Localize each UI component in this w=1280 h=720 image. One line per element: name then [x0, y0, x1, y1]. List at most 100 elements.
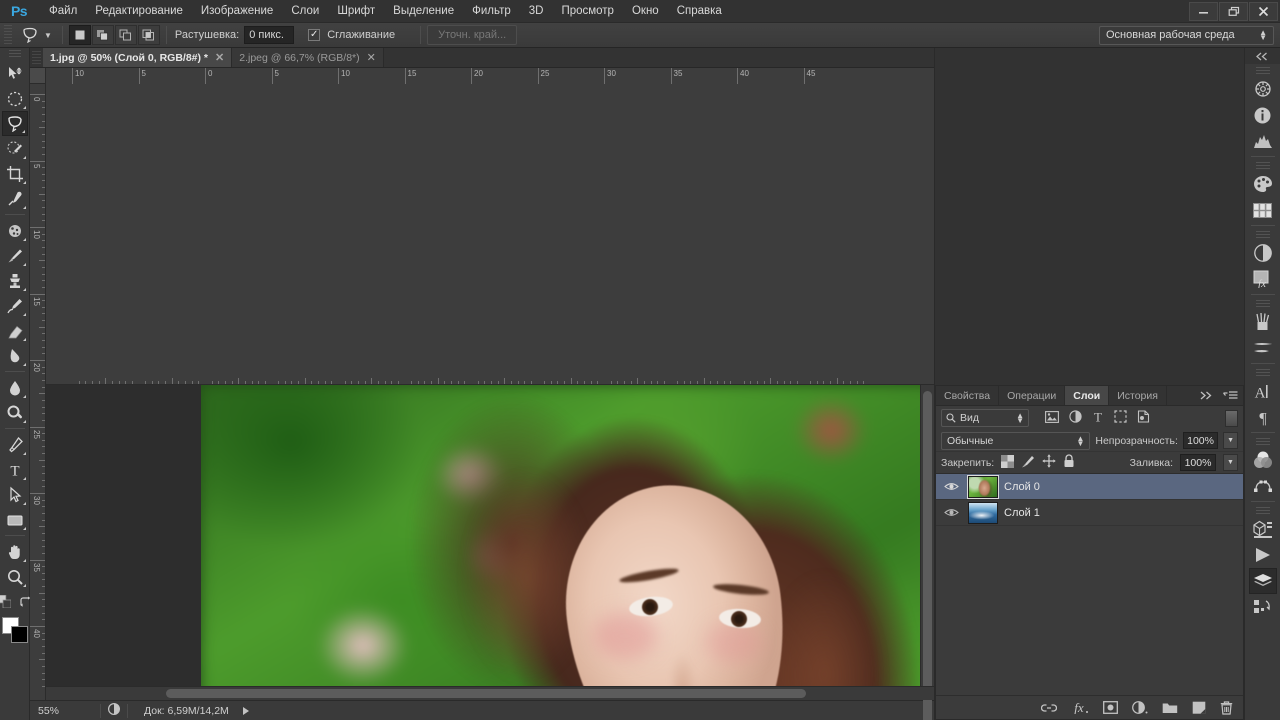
- gradient-tool[interactable]: [2, 343, 28, 368]
- workspace-selector[interactable]: Основная рабочая среда ▲ ▼: [1099, 25, 1274, 45]
- brush-tool[interactable]: [2, 243, 28, 268]
- fill-slider-button[interactable]: ▼: [1223, 454, 1238, 471]
- horizontal-ruler[interactable]: 10 5 0 5 10 15 20 25 30 35 40 45: [46, 68, 934, 385]
- zoom-level-field[interactable]: 55%: [38, 705, 94, 717]
- add-to-selection-button[interactable]: [91, 25, 114, 45]
- zoom-tool[interactable]: [2, 564, 28, 589]
- menu-item-edit[interactable]: Редактирование: [86, 2, 192, 20]
- lock-position-icon[interactable]: [1042, 454, 1056, 471]
- menu-item-help[interactable]: Справка: [668, 2, 731, 20]
- new-layer-button[interactable]: [1192, 701, 1206, 714]
- restore-button[interactable]: [1219, 1, 1248, 21]
- tab-history[interactable]: История: [1109, 386, 1167, 405]
- antialias-checkbox[interactable]: ✓: [308, 29, 321, 41]
- brush-presets-panel-icon[interactable]: [1249, 335, 1277, 361]
- menu-item-filter[interactable]: Фильтр: [463, 2, 520, 20]
- new-selection-button[interactable]: [68, 25, 91, 45]
- opacity-value[interactable]: 100%: [1182, 432, 1219, 449]
- canvas-viewport[interactable]: [46, 385, 920, 686]
- document-tab-2[interactable]: 2.jpeg @ 66,7% (RGB/8*) ✕: [232, 48, 384, 67]
- preview-icon[interactable]: [107, 702, 121, 719]
- paragraph-panel-icon[interactable]: ¶: [1249, 404, 1277, 430]
- background-color-swatch[interactable]: [10, 626, 28, 643]
- panel-menu-icon[interactable]: [1218, 386, 1243, 405]
- swatches-panel-icon[interactable]: [1249, 197, 1277, 223]
- link-layers-button[interactable]: [1041, 703, 1057, 713]
- info-panel-icon[interactable]: [1249, 102, 1277, 128]
- lock-transparent-pixels-icon[interactable]: [1001, 454, 1015, 471]
- lasso-tool[interactable]: [1, 111, 28, 136]
- canvas-horizontal-scrollbar[interactable]: [46, 686, 934, 700]
- options-bar-grip[interactable]: [4, 25, 12, 45]
- actions-panel-icon[interactable]: [1249, 594, 1277, 620]
- hand-tool[interactable]: [2, 539, 28, 564]
- menu-item-window[interactable]: Окно: [623, 2, 668, 20]
- menu-item-select[interactable]: Выделение: [384, 2, 463, 20]
- lasso-tool-icon[interactable]: [16, 24, 44, 46]
- layer-0-name[interactable]: Слой 0: [1004, 481, 1040, 493]
- intersect-selection-button[interactable]: [137, 25, 160, 45]
- layers-panel-icon[interactable]: [1248, 568, 1277, 594]
- tab-layers[interactable]: Слои: [1065, 386, 1110, 405]
- crop-tool[interactable]: [2, 161, 28, 186]
- rectangle-shape-tool[interactable]: [2, 507, 28, 532]
- tab-actions[interactable]: Операции: [999, 386, 1066, 405]
- layer-1-thumbnail[interactable]: [968, 501, 998, 524]
- layer-styles-fx-button[interactable]: fx: [1071, 701, 1089, 714]
- layer-1-visibility-toggle[interactable]: [940, 507, 962, 518]
- dock-group-grip-6[interactable]: [1255, 438, 1270, 446]
- history-brush-tool[interactable]: [2, 293, 28, 318]
- delete-layer-button[interactable]: [1220, 700, 1233, 715]
- tab-strip-grip[interactable]: [32, 51, 41, 64]
- table-row[interactable]: Слой 0: [936, 474, 1243, 500]
- feather-input[interactable]: [244, 26, 295, 44]
- layer-0-visibility-toggle[interactable]: [940, 481, 962, 492]
- subtract-from-selection-button[interactable]: [114, 25, 137, 45]
- filter-type-icon[interactable]: T: [1092, 410, 1104, 426]
- type-tool[interactable]: T: [2, 457, 28, 482]
- dodge-tool[interactable]: [2, 400, 28, 425]
- dock-group-grip-2[interactable]: [1255, 162, 1270, 170]
- character-panel-icon[interactable]: A: [1249, 378, 1277, 404]
- brush-panel-icon[interactable]: [1249, 309, 1277, 335]
- eyedropper-tool[interactable]: [2, 186, 28, 211]
- dock-group-grip-1[interactable]: [1255, 67, 1270, 75]
- menu-item-image[interactable]: Изображение: [192, 2, 282, 20]
- document-tab-1[interactable]: 1.jpg @ 50% (Слой 0, RGB/8#) * ✕: [43, 48, 233, 67]
- new-adjustment-layer-button[interactable]: [1132, 701, 1148, 714]
- tool-preset-dropdown-icon[interactable]: ▼: [44, 31, 52, 40]
- filter-shape-icon[interactable]: [1114, 410, 1127, 426]
- minimize-button[interactable]: [1189, 1, 1218, 21]
- 3d-panel-icon[interactable]: [1249, 516, 1277, 542]
- path-selection-tool[interactable]: [2, 482, 28, 507]
- panel-collapse-icon[interactable]: [1195, 386, 1218, 405]
- menu-item-file[interactable]: Файл: [40, 2, 86, 20]
- layer-list[interactable]: Слой 0 Слой 1: [936, 474, 1243, 695]
- menu-item-3d[interactable]: 3D: [520, 2, 553, 20]
- canvas-vertical-scrollbar[interactable]: [920, 385, 934, 720]
- marquee-tool[interactable]: [2, 86, 28, 111]
- add-layer-mask-button[interactable]: [1103, 701, 1118, 714]
- layer-1-name[interactable]: Слой 1: [1004, 507, 1040, 519]
- blend-mode-select[interactable]: Обычные ▲ ▼: [941, 431, 1091, 450]
- dock-group-grip-5[interactable]: [1255, 369, 1270, 377]
- menu-item-view[interactable]: Просмотр: [552, 2, 623, 20]
- document-tab-1-close-icon[interactable]: ✕: [215, 51, 224, 64]
- refine-edge-button[interactable]: Уточн. край...: [427, 25, 518, 45]
- vertical-scroll-thumb[interactable]: [923, 391, 932, 720]
- pen-tool[interactable]: [2, 432, 28, 457]
- new-group-button[interactable]: [1162, 702, 1178, 714]
- histogram-panel-icon[interactable]: [1249, 128, 1277, 154]
- vertical-ruler[interactable]: 0 5 10 15 20 25 30 35 40: [30, 84, 46, 700]
- filter-adjustment-icon[interactable]: [1069, 410, 1082, 426]
- filter-smart-object-icon[interactable]: [1137, 410, 1150, 426]
- play-arrow-icon[interactable]: [242, 706, 249, 715]
- filter-pixel-icon[interactable]: [1045, 410, 1059, 426]
- channels-panel-icon[interactable]: [1249, 447, 1277, 473]
- dock-group-grip-3[interactable]: [1255, 231, 1270, 239]
- layer-filter-toggle-switch[interactable]: [1225, 409, 1238, 427]
- timeline-panel-icon[interactable]: [1249, 542, 1277, 568]
- menu-item-type[interactable]: Шрифт: [328, 2, 384, 20]
- table-row[interactable]: Слой 1: [936, 500, 1243, 526]
- styles-panel-icon[interactable]: fx: [1249, 266, 1277, 292]
